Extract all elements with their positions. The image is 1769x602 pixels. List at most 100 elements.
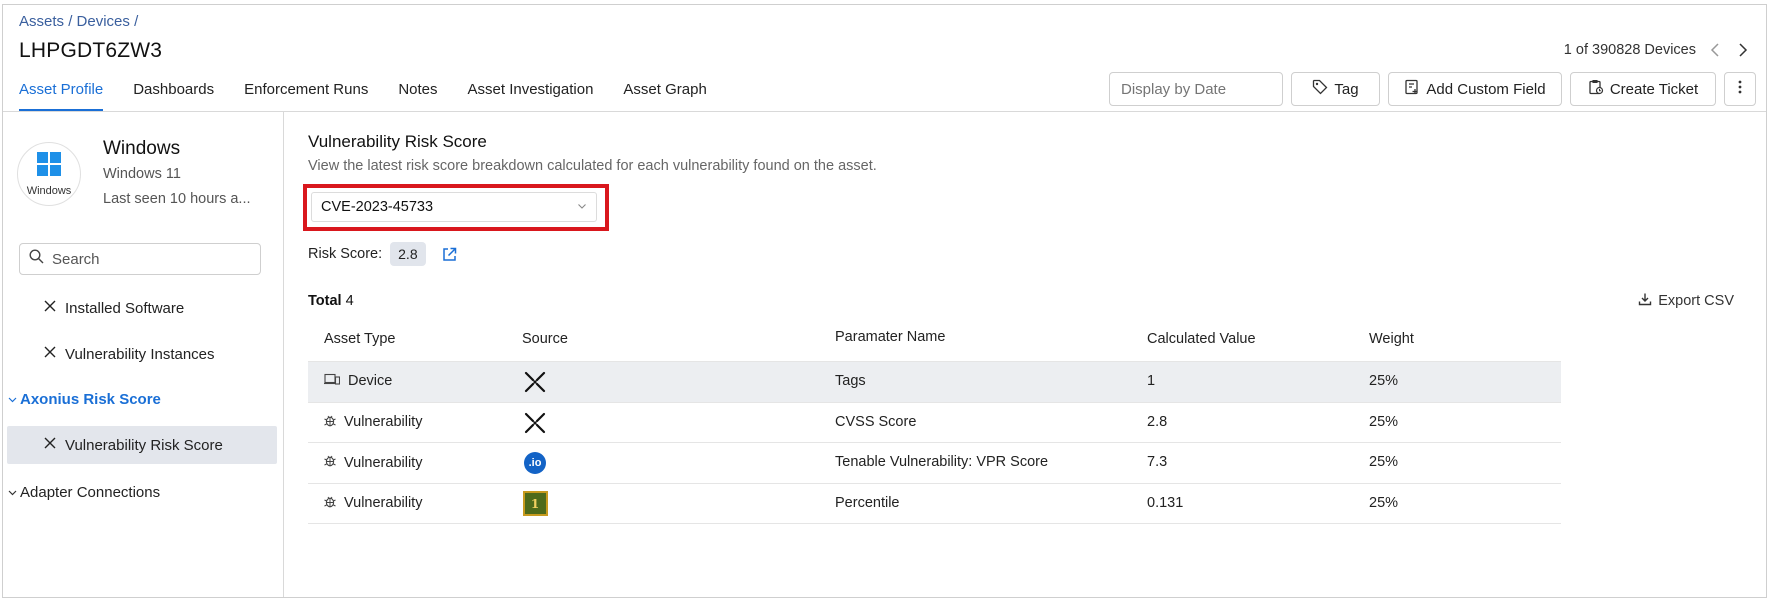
sidebar-item-vulnerability-risk-score[interactable]: Vulnerability Risk Score — [7, 426, 277, 464]
axonius-logo-icon — [522, 410, 548, 436]
source-cell — [522, 410, 548, 436]
os-logo: Windows — [17, 142, 81, 206]
cve-dropdown[interactable]: CVE-2023-45733 — [311, 192, 597, 222]
tab-asset-investigation[interactable]: Asset Investigation — [453, 77, 609, 111]
ticket-label: Create Ticket — [1609, 80, 1699, 98]
sidebar-item-label: Installed Software — [65, 299, 185, 317]
parameter-cell: Tags — [835, 373, 866, 389]
more-actions-button[interactable] — [1724, 72, 1756, 106]
source-cell: .io — [522, 450, 548, 476]
asset-type-cell: Vulnerability — [324, 414, 422, 431]
weight-cell: 25% — [1369, 373, 1399, 389]
toolbar: Tag Add Custom Field Create Ticket — [1109, 72, 1756, 106]
header-weight[interactable]: Weight — [1369, 331, 1414, 347]
table-row[interactable]: Vulnerability CVSS Score 2.8 25% — [308, 403, 1561, 443]
table-row[interactable]: Vulnerability 1 Percentile 0.131 25% — [308, 484, 1561, 524]
axonius-logo-icon — [522, 369, 548, 395]
breadcrumb: Assets / Devices / — [19, 13, 139, 30]
next-device-icon[interactable] — [1734, 41, 1752, 59]
tag-button[interactable]: Tag — [1291, 72, 1380, 106]
sidebar-item-installed-software[interactable]: Installed Software — [43, 299, 184, 317]
sidebar-group-axonius-risk-score[interactable]: Axonius Risk Score — [8, 391, 161, 408]
parameter-cell: Percentile — [835, 494, 900, 511]
axonius-icon — [43, 436, 57, 454]
chevron-down-icon — [577, 199, 587, 215]
custom-field-icon — [1404, 79, 1420, 99]
sidebar-search[interactable] — [19, 243, 261, 275]
download-icon — [1638, 292, 1652, 310]
ticket-icon — [1588, 79, 1604, 99]
total-value: 4 — [345, 293, 354, 309]
source-cell — [522, 369, 548, 395]
tab-bar: Asset Profile Dashboards Enforcement Run… — [19, 77, 722, 111]
last-seen: Last seen 10 hours a... — [103, 191, 251, 207]
display-by-date-input[interactable] — [1109, 72, 1283, 106]
custom-field-label: Add Custom Field — [1426, 80, 1546, 98]
header-asset-type[interactable]: Asset Type — [324, 331, 395, 347]
value-cell: 1 — [1147, 373, 1156, 389]
device-pager: 1 of 390828 Devices — [1564, 41, 1752, 59]
total-label: Total — [308, 293, 342, 309]
sidebar: Windows Windows Windows 11 Last seen 10 … — [3, 112, 284, 597]
tab-dashboards[interactable]: Dashboards — [118, 77, 229, 111]
os-logo-caption: Windows — [26, 185, 72, 197]
sidebar-item-label: Vulnerability Risk Score — [65, 436, 223, 454]
risk-breakdown-table: Asset Type Source Paramater Name Calcula… — [308, 317, 1561, 524]
app-window: Assets / Devices / LHPGDT6ZW3 1 of 39082… — [2, 4, 1767, 598]
os-version: Windows 11 — [103, 166, 181, 182]
weight-cell: 25% — [1369, 413, 1399, 430]
sidebar-group-label: Adapter Connections — [20, 484, 161, 501]
asset-type-cell: Vulnerability — [324, 454, 422, 471]
table-row[interactable]: Device Tags 1 25% — [308, 362, 1561, 403]
add-custom-field-button[interactable]: Add Custom Field — [1388, 72, 1562, 106]
sidebar-group-adapter-connections[interactable]: Adapter Connections — [8, 484, 160, 501]
parameter-cell: CVSS Score — [835, 413, 917, 430]
risk-score-label: Risk Score: — [308, 246, 383, 262]
os-name: Windows — [103, 138, 181, 159]
tab-enforcement-runs[interactable]: Enforcement Runs — [229, 77, 383, 111]
table-header: Asset Type Source Paramater Name Calcula… — [308, 317, 1561, 362]
search-input[interactable] — [52, 250, 242, 268]
bug-icon — [324, 414, 336, 431]
parameter-cell: Tenable Vulnerability: VPR Score — [835, 454, 1049, 470]
pager-text: 1 of 390828 Devices — [1563, 42, 1696, 58]
tag-icon — [1312, 79, 1328, 99]
bug-icon — [324, 454, 336, 471]
export-csv-button[interactable]: Export CSV — [1638, 292, 1734, 310]
create-ticket-button[interactable]: Create Ticket — [1570, 72, 1716, 106]
axonius-icon — [43, 345, 57, 363]
axonius-icon — [43, 299, 57, 317]
highlight-box: CVE-2023-45733 — [303, 184, 609, 231]
value-cell: 0.131 — [1147, 494, 1184, 511]
header-calculated-value[interactable]: Calculated Value — [1147, 331, 1256, 347]
windows-icon — [36, 151, 62, 182]
percentile-logo-icon: 1 — [522, 491, 548, 517]
tag-label: Tag — [1334, 80, 1359, 98]
sidebar-item-vulnerability-instances[interactable]: Vulnerability Instances — [43, 345, 215, 363]
risk-score-row: Risk Score: 2.8 — [308, 242, 457, 266]
chevron-down-icon — [8, 391, 17, 408]
sidebar-group-label: Axonius Risk Score — [20, 391, 161, 408]
page-title: LHPGDT6ZW3 — [19, 39, 163, 62]
header-source[interactable]: Source — [522, 331, 568, 347]
breadcrumb-devices[interactable]: Devices — [77, 13, 130, 30]
source-cell: 1 — [522, 491, 548, 517]
cve-selected-value: CVE-2023-45733 — [321, 199, 434, 215]
header-parameter-name[interactable]: Paramater Name — [835, 329, 945, 345]
total-count: Total 4 — [308, 293, 354, 309]
tab-asset-profile[interactable]: Asset Profile — [19, 77, 118, 111]
section-description: View the latest risk score breakdown cal… — [308, 158, 877, 174]
export-label: Export CSV — [1658, 293, 1734, 309]
tab-asset-graph[interactable]: Asset Graph — [608, 77, 721, 111]
external-link-icon[interactable] — [442, 247, 457, 262]
breadcrumb-assets[interactable]: Assets — [19, 13, 64, 30]
previous-device-icon[interactable] — [1706, 41, 1724, 59]
weight-cell: 25% — [1369, 454, 1399, 470]
tab-notes[interactable]: Notes — [383, 77, 452, 111]
table-row[interactable]: Vulnerability .io Tenable Vulnerability:… — [308, 443, 1561, 484]
chevron-down-icon — [8, 484, 17, 501]
section-title: Vulnerability Risk Score — [308, 132, 487, 151]
asset-type-cell: Vulnerability — [324, 495, 422, 512]
weight-cell: 25% — [1369, 494, 1399, 511]
search-icon — [29, 249, 44, 269]
